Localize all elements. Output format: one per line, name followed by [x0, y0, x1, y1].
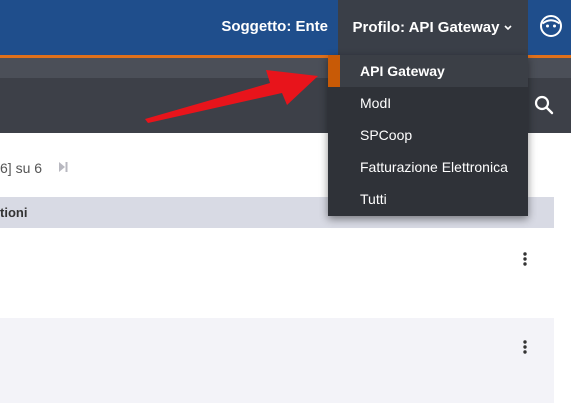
table-row[interactable]: [0, 229, 554, 314]
kebab-menu-icon[interactable]: [520, 339, 530, 355]
menu-item-api-gateway[interactable]: API Gateway: [328, 55, 528, 87]
menu-item-tutti[interactable]: Tutti: [328, 183, 528, 215]
pagination-text: 6] su 6: [0, 160, 43, 176]
profilo-dropdown-button[interactable]: Profilo: API Gateway: [338, 0, 528, 55]
last-page-icon[interactable]: [57, 160, 69, 174]
kebab-menu-icon[interactable]: [520, 251, 530, 267]
user-avatar-icon[interactable]: [539, 14, 563, 38]
menu-item-spcoop[interactable]: SPCoop: [328, 119, 528, 151]
table-header-label: tioni: [0, 205, 28, 220]
menu-item-fatturazione-elettronica[interactable]: Fatturazione Elettronica: [328, 151, 528, 183]
menu-item-modi[interactable]: ModI: [328, 87, 528, 119]
profilo-label: Profilo: API Gateway: [352, 19, 500, 36]
table-row[interactable]: [0, 318, 554, 403]
profile-dropdown-menu: API Gateway ModI SPCoop Fatturazione Ele…: [328, 55, 528, 216]
search-icon[interactable]: [533, 94, 555, 116]
soggetto-selector[interactable]: Soggetto: Ente: [221, 18, 328, 35]
chevron-down-icon: [503, 23, 513, 33]
